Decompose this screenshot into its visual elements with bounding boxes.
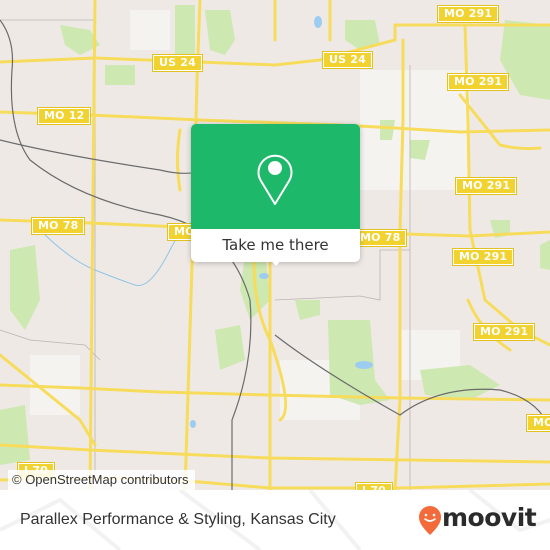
map-attribution[interactable]: © OpenStreetMap contributors — [8, 470, 195, 490]
moovit-logo-icon[interactable] — [418, 506, 442, 536]
road-shield-mo291: MO 291 — [472, 323, 536, 341]
road-shield-mo291: MO 291 — [525, 414, 550, 432]
popup-header — [191, 124, 360, 229]
road-shield-mo291: MO 291 — [451, 248, 515, 266]
footer-bar: Parallex Performance & Styling, Kansas C… — [0, 490, 550, 550]
road-shield-mo291: MO 291 — [446, 73, 510, 91]
place-title: Parallex Performance & Styling, Kansas C… — [20, 511, 336, 528]
map[interactable]: US 24 US 24 MO 291 MO 291 MO 12 MO 78 MO… — [0, 0, 550, 490]
road-shield-us24: US 24 — [152, 54, 203, 72]
road-shield-mo78: MO 78 — [352, 229, 408, 247]
moovit-wordmark[interactable]: moovit — [442, 503, 537, 532]
road-shield-i70: I 70 — [354, 482, 394, 490]
popup-pointer — [268, 257, 284, 266]
map-pin-icon — [257, 154, 293, 205]
location-popup[interactable]: Take me there — [191, 124, 360, 266]
road-shield-mo291: MO 291 — [454, 177, 518, 195]
road-shield-mo78: MO 78 — [30, 217, 86, 235]
road-shield-mo291: MO 291 — [436, 5, 500, 23]
road-shield-us24: US 24 — [322, 51, 373, 69]
road-shield-mo12: MO 12 — [36, 107, 92, 125]
